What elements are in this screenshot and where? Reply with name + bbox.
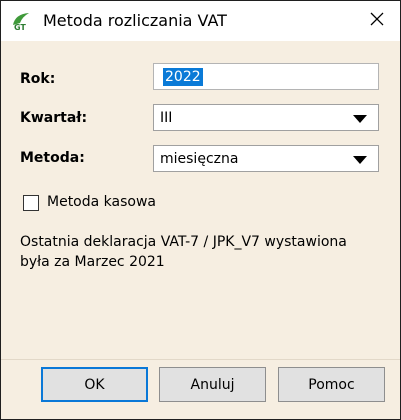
- svg-text:GT: GT: [14, 23, 26, 31]
- metoda-kasowa-checkbox[interactable]: [23, 195, 39, 211]
- kwartal-select[interactable]: III: [153, 104, 379, 131]
- kwartal-select-value: III: [160, 110, 173, 126]
- window-title: Metoda rozliczania VAT: [43, 11, 227, 30]
- metoda-label: Metoda:: [20, 150, 85, 166]
- ok-button[interactable]: OK: [41, 367, 148, 402]
- rok-input[interactable]: 2022: [153, 63, 379, 90]
- chevron-down-icon: [353, 156, 367, 164]
- kwartal-label: Kwartał:: [20, 110, 88, 126]
- metoda-select[interactable]: miesięczna: [153, 145, 379, 172]
- chevron-down-icon: [353, 115, 367, 123]
- rok-label: Rok:: [20, 71, 56, 87]
- info-line-1: Ostatnia deklaracja VAT-7 / JPK_V7 wysta…: [20, 234, 347, 250]
- close-button[interactable]: [354, 1, 400, 41]
- cancel-button[interactable]: Anuluj: [159, 367, 266, 402]
- info-line-2: była za Marzec 2021: [20, 254, 165, 270]
- gt-logo-icon: GT: [11, 11, 33, 32]
- info-text: Ostatnia deklaracja VAT-7 / JPK_V7 wysta…: [20, 232, 390, 272]
- metoda-select-value: miesięczna: [160, 151, 239, 167]
- help-button[interactable]: Pomoc: [278, 367, 385, 402]
- close-icon: [370, 12, 384, 30]
- title-bar: GT Metoda rozliczania VAT: [1, 1, 400, 41]
- rok-input-value: 2022: [163, 68, 203, 86]
- dialog-window: GT Metoda rozliczania VAT Rok: 2022 Kwar…: [0, 0, 401, 420]
- metoda-kasowa-label[interactable]: Metoda kasowa: [47, 194, 156, 210]
